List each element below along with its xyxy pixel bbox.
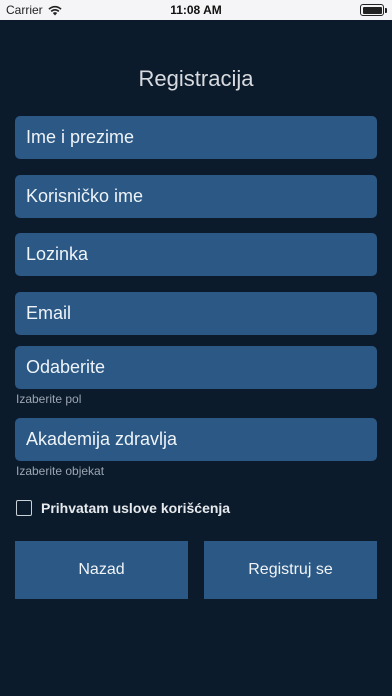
facility-select[interactable]: Akademija zdravlja — [15, 418, 377, 461]
terms-label: Prihvatam uslove korišćenja — [41, 500, 231, 516]
password-input[interactable] — [26, 244, 377, 265]
register-button[interactable]: Registruj se — [204, 541, 377, 599]
username-field[interactable] — [15, 175, 377, 218]
back-button[interactable]: Nazad — [15, 541, 188, 599]
gender-select[interactable]: Odaberite — [15, 346, 377, 389]
email-field[interactable] — [15, 292, 377, 335]
status-time: 11:08 AM — [170, 3, 222, 17]
gender-select-value: Odaberite — [26, 357, 106, 377]
terms-checkbox[interactable] — [16, 500, 32, 516]
status-bar: Carrier 11:08 AM — [0, 0, 392, 20]
full-name-input[interactable] — [26, 127, 377, 148]
email-input[interactable] — [26, 303, 377, 324]
battery-icon — [360, 4, 387, 16]
page-title: Registracija — [138, 66, 254, 91]
terms-row[interactable]: Prihvatam uslove korišćenja — [16, 500, 230, 516]
full-name-field[interactable] — [15, 116, 377, 159]
password-field[interactable] — [15, 233, 377, 276]
gender-hint: Izaberite pol — [16, 392, 82, 406]
facility-select-value: Akademija zdravlja — [26, 429, 178, 449]
username-input[interactable] — [26, 186, 377, 207]
facility-hint: Izaberite objekat — [16, 464, 105, 478]
